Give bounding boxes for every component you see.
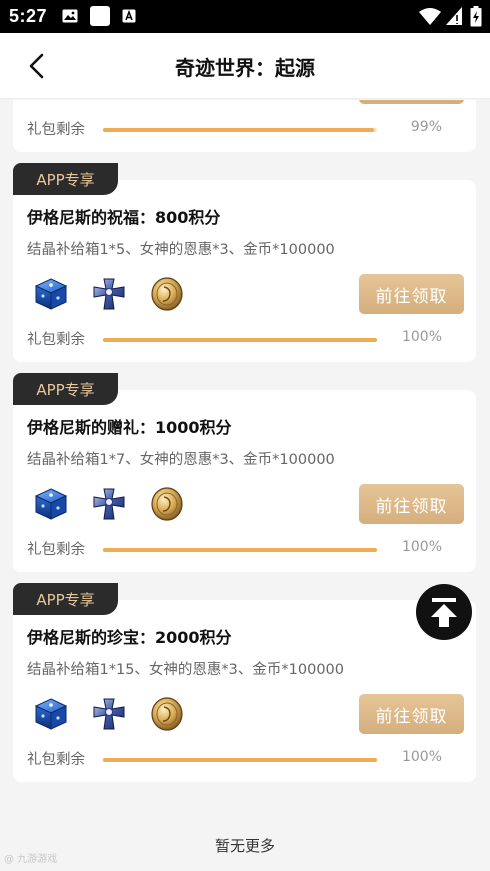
wifi-icon (419, 8, 441, 25)
progress-bar (103, 758, 377, 762)
gift-items (33, 486, 185, 522)
image-notification-icon (62, 9, 78, 23)
gift-desc: 结晶补给箱1*15、女神的恩惠*3、金币*100000 (27, 662, 345, 678)
app-notification-icon (90, 6, 110, 26)
crystal-box-icon (33, 696, 69, 732)
progress-bar (103, 548, 377, 552)
status-bar: 5:27 (0, 0, 490, 33)
gift-card: APP专享 伊格尼斯的祝福：800积分 结晶补给箱1*5、女神的恩惠*3、金币*… (13, 163, 476, 362)
percent-text: 100% (401, 539, 442, 555)
claim-button-partial[interactable] (359, 100, 464, 104)
battery-charging-icon (470, 6, 482, 27)
back-to-top-button[interactable] (416, 584, 472, 640)
percent-text: 99% (410, 119, 442, 135)
progress-bar (103, 128, 377, 132)
app-exclusive-tag: APP专享 (13, 583, 118, 615)
gold-coin-icon (149, 486, 185, 522)
app-exclusive-tag: APP专享 (13, 163, 118, 195)
no-more-text: 暂无更多 (214, 837, 275, 855)
crystal-box-icon (33, 486, 69, 522)
gold-coin-icon (149, 276, 185, 312)
watermark: @ 九游游戏 (4, 854, 58, 865)
percent-text: 100% (401, 749, 442, 765)
claim-button[interactable]: 前往领取 (359, 694, 464, 734)
claim-button[interactable]: 前往领取 (359, 274, 464, 314)
blue-cross-icon (91, 276, 127, 312)
back-to-top-icon (431, 598, 457, 627)
remain-label: 礼包剩余 (27, 752, 85, 768)
gift-card-partial: 礼包剩余 99% (13, 100, 476, 152)
gift-title: 伊格尼斯的赠礼：1000积分 (27, 418, 232, 437)
page-title: 奇迹世界：起源 (175, 56, 315, 80)
gift-title: 伊格尼斯的祝福：800积分 (27, 208, 221, 227)
blue-cross-icon (91, 696, 127, 732)
font-notification-icon (122, 9, 136, 23)
remain-label: 礼包剩余 (27, 122, 85, 138)
gift-desc: 结晶补给箱1*7、女神的恩惠*3、金币*100000 (27, 452, 335, 468)
blue-cross-icon (91, 486, 127, 522)
gold-coin-icon (149, 696, 185, 732)
remain-label: 礼包剩余 (27, 542, 85, 558)
gift-card: APP专享 伊格尼斯的赠礼：1000积分 结晶补给箱1*7、女神的恩惠*3、金币… (13, 373, 476, 572)
signal-icon (446, 7, 462, 25)
gift-items (33, 696, 185, 732)
crystal-box-icon (33, 276, 69, 312)
progress-bar (103, 338, 377, 342)
header-bar: 奇迹世界：起源 (0, 33, 490, 99)
gift-card: APP专享 伊格尼斯的珍宝：2000积分 结晶补给箱1*15、女神的恩惠*3、金… (13, 583, 476, 782)
gift-items (33, 276, 185, 312)
claim-button[interactable]: 前往领取 (359, 484, 464, 524)
gift-list[interactable]: 礼包剩余 99% APP专享 伊格尼斯的祝福：800积分 结晶补给箱1*5、女神… (0, 100, 490, 871)
blue-cross-icon (101, 100, 125, 101)
status-time: 5:27 (9, 6, 48, 26)
app-exclusive-tag: APP专享 (13, 373, 118, 405)
gift-desc: 结晶补给箱1*5、女神的恩惠*3、金币*100000 (27, 242, 335, 258)
gift-title: 伊格尼斯的珍宝：2000积分 (27, 628, 232, 647)
percent-text: 100% (401, 329, 442, 345)
remain-label: 礼包剩余 (27, 332, 85, 348)
